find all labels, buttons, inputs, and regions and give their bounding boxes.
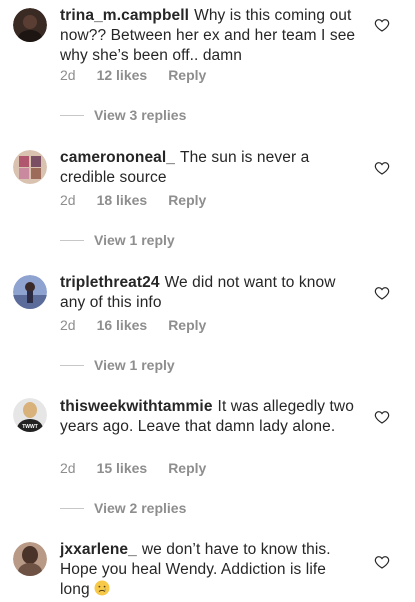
comment-username[interactable]: thisweekwithtammie [60,398,213,415]
divider [60,507,84,509]
heart-icon[interactable] [374,160,390,176]
comment-meta: 2d 15 likes Reply [60,460,227,476]
comment-username[interactable]: jxxarlene_ [60,541,137,558]
comment-time: 2d [60,192,76,208]
avatar-logo-text: TWWT [22,424,38,430]
comment-body: jxxarlene_ we don’t have to know this. Ho… [60,540,360,600]
avatar[interactable] [13,275,47,309]
comment-time: 2d [60,67,76,83]
comment-likes[interactable]: 18 likes [97,192,148,208]
comment-body: thisweekwithtammie It was allegedly two y… [60,397,360,437]
view-replies-label: View 3 replies [94,107,187,123]
avatar[interactable] [13,542,47,576]
comment-meta: 2d 12 likes Reply [60,67,227,83]
comment-meta: 2d 18 likes Reply [60,192,227,208]
comment-time: 2d [60,460,76,476]
view-replies-label: View 2 replies [94,500,187,516]
divider [60,239,84,241]
divider [60,114,84,116]
view-replies-button[interactable]: View 1 reply [60,357,175,373]
heart-icon[interactable] [374,554,390,570]
comment-likes[interactable]: 12 likes [97,67,148,83]
comment-likes[interactable]: 16 likes [97,317,148,333]
comment-username[interactable]: triplethreat24 [60,274,160,291]
reply-button[interactable]: Reply [168,192,206,208]
comment-body: camerononeal_ The sun is never a credible… [60,148,360,188]
avatar[interactable] [13,150,47,184]
view-replies-label: View 1 reply [94,357,175,373]
reply-button[interactable]: Reply [168,67,206,83]
avatar[interactable]: TWWT [13,398,47,432]
heart-icon[interactable] [374,409,390,425]
divider [60,364,84,366]
comment-body: trina_m.campbell Why is this coming out n… [60,6,360,66]
comment-username[interactable]: trina_m.campbell [60,7,189,24]
comment-meta: 2d 16 likes Reply [60,317,227,333]
heart-icon[interactable] [374,17,390,33]
avatar[interactable] [13,8,47,42]
reply-button[interactable]: Reply [168,317,206,333]
comment-time: 2d [60,317,76,333]
view-replies-button[interactable]: View 3 replies [60,107,186,123]
crying-face-icon [94,580,110,596]
view-replies-button[interactable]: View 1 reply [60,232,175,248]
comment-likes[interactable]: 15 likes [97,460,148,476]
view-replies-label: View 1 reply [94,232,175,248]
reply-button[interactable]: Reply [168,460,206,476]
view-replies-button[interactable]: View 2 replies [60,500,186,516]
comment-body: triplethreat24 We did not want to know an… [60,273,360,313]
heart-icon[interactable] [374,285,390,301]
comment-username[interactable]: camerononeal_ [60,149,175,166]
